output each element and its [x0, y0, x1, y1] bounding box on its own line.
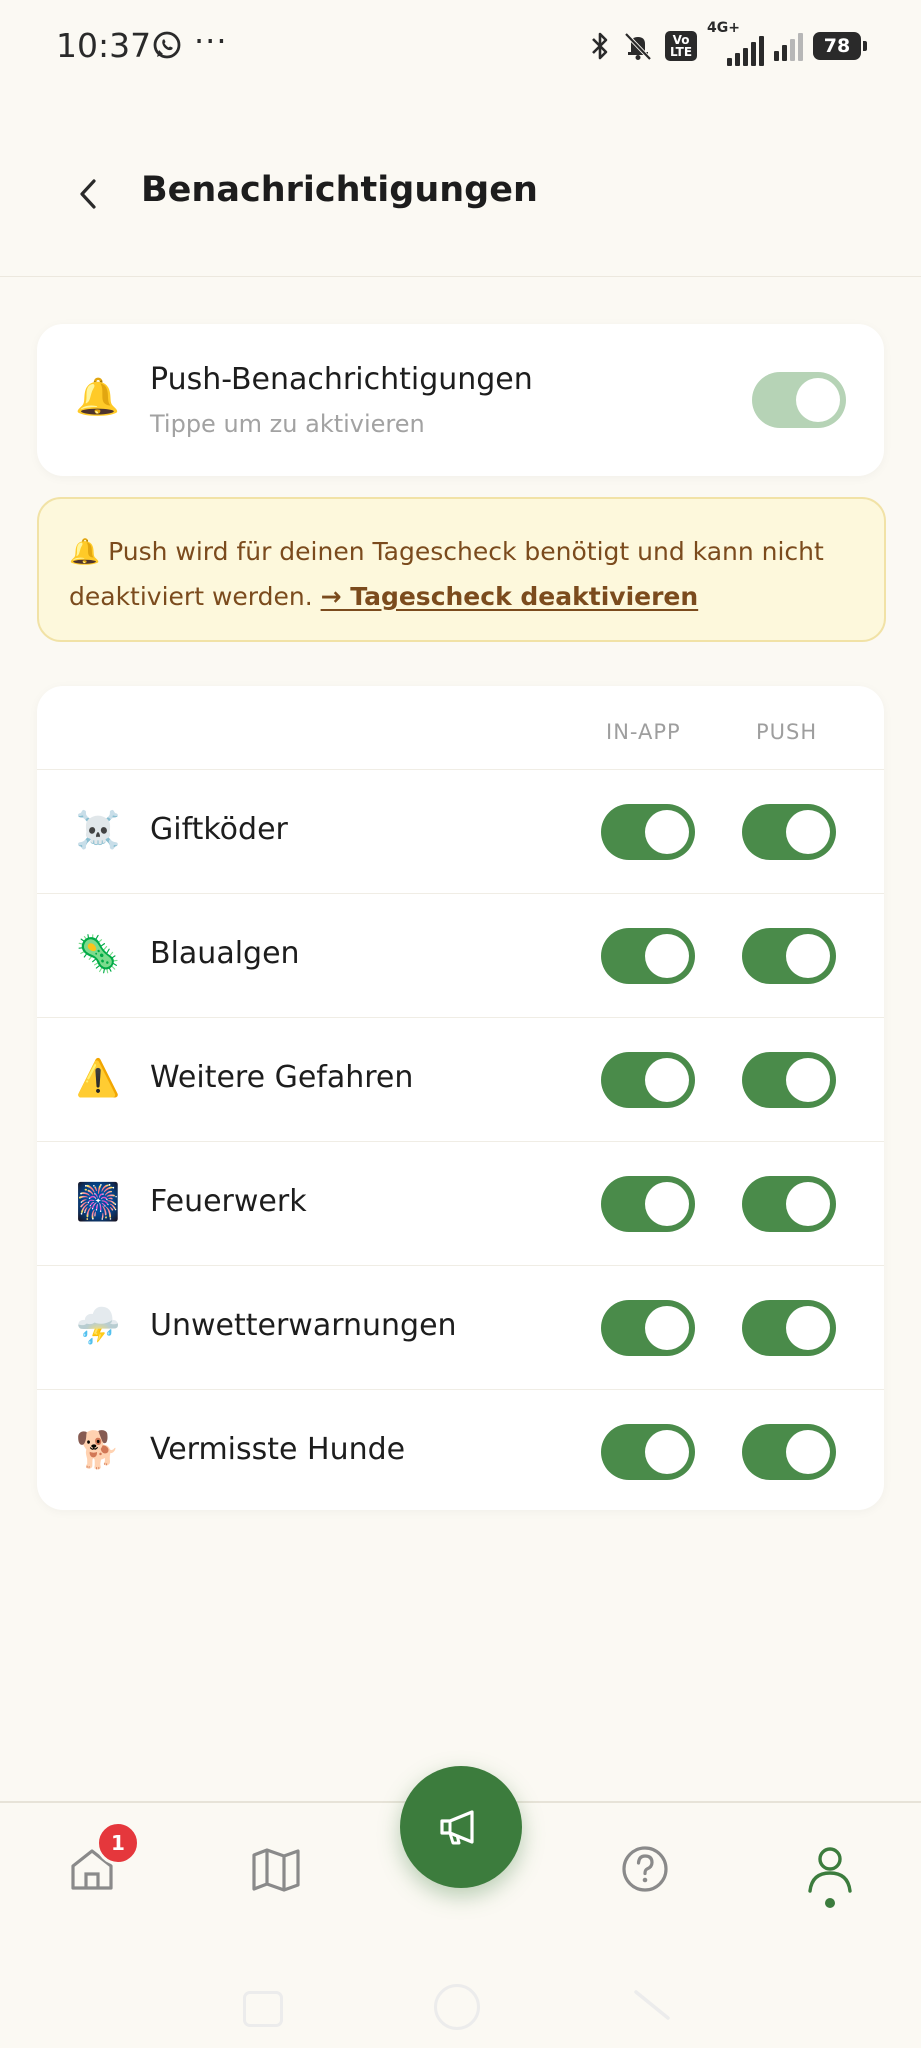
- category-label: Feuerwerk: [150, 1184, 307, 1219]
- category-row-giftkoeder: ☠️ Giftköder: [37, 769, 884, 894]
- in-app-toggle[interactable]: [601, 928, 695, 984]
- notification-categories-card: IN-APP PUSH ☠️ Giftköder 🦠 Blaualgen ⚠️ …: [37, 686, 884, 1510]
- more-notifications-icon: ···: [194, 22, 228, 60]
- dog-icon: 🐕: [75, 1430, 121, 1471]
- back-system-button[interactable]: [632, 1988, 672, 2024]
- battery-icon: 78: [813, 32, 867, 60]
- microbe-icon: 🦠: [75, 934, 121, 975]
- help-icon: [622, 1846, 668, 1892]
- network-type: 4G+: [707, 20, 764, 66]
- push-toggle[interactable]: [742, 1300, 836, 1356]
- toggle-knob: [786, 1182, 830, 1226]
- toggle-knob: [645, 934, 689, 978]
- chevron-left-icon: [80, 179, 96, 209]
- in-app-toggle[interactable]: [601, 1176, 695, 1232]
- toggle-knob: [786, 810, 830, 854]
- tagescheck-notice: 🔔 Push wird für deinen Tagescheck benöti…: [37, 497, 886, 642]
- category-row-blaualgen: 🦠 Blaualgen: [37, 893, 884, 1018]
- toggle-knob: [786, 1058, 830, 1102]
- category-label: Vermisste Hunde: [150, 1432, 406, 1467]
- category-label: Weitere Gefahren: [150, 1060, 414, 1095]
- bell-off-icon: [624, 32, 652, 61]
- status-bar: 10:37 ··· Vo LTE 4G+ 78: [0, 0, 921, 92]
- profile-icon: [808, 1847, 852, 1893]
- category-row-unwetterwarnungen: ⛈️ Unwetterwarnungen: [37, 1265, 884, 1390]
- home-badge: 1: [96, 1821, 140, 1865]
- warning-icon: ⚠️: [75, 1058, 121, 1099]
- toggle-knob: [645, 1182, 689, 1226]
- recent-apps-button[interactable]: [243, 1991, 283, 2027]
- bell-icon: 🔔: [75, 377, 120, 418]
- bell-icon: 🔔: [69, 537, 101, 566]
- push-toggle[interactable]: [742, 928, 836, 984]
- app-header: Benachrichtigungen: [0, 92, 921, 277]
- toggle-knob: [645, 1306, 689, 1350]
- volte-icon: Vo LTE: [665, 31, 697, 61]
- toggle-knob: [645, 810, 689, 854]
- toggle-knob: [645, 1430, 689, 1474]
- toggle-knob: [786, 1306, 830, 1350]
- in-app-toggle[interactable]: [601, 804, 695, 860]
- push-toggle[interactable]: [742, 804, 836, 860]
- nav-map[interactable]: [246, 1839, 306, 1899]
- back-button[interactable]: [66, 172, 110, 216]
- notice-text: 🔔 Push wird für deinen Tagescheck benöti…: [69, 529, 869, 619]
- push-toggle[interactable]: [742, 1424, 836, 1480]
- push-subtitle: Tippe um zu aktivieren: [150, 410, 425, 438]
- status-time: 10:37: [56, 26, 152, 65]
- megaphone-icon: [440, 1810, 474, 1845]
- disable-tagescheck-link[interactable]: → Tagescheck deaktivieren: [321, 582, 699, 611]
- report-button[interactable]: [400, 1766, 522, 1888]
- page-title: Benachrichtigungen: [141, 170, 538, 210]
- push-toggle[interactable]: [752, 372, 846, 428]
- bluetooth-icon: [592, 32, 608, 60]
- push-title: Push-Benachrichtigungen: [150, 362, 533, 397]
- column-header-in-app: IN-APP: [606, 720, 681, 744]
- push-notifications-card[interactable]: 🔔 Push-Benachrichtigungen Tippe um zu ak…: [37, 324, 884, 476]
- active-indicator: [825, 1898, 835, 1908]
- toggle-knob: [786, 934, 830, 978]
- category-row-feuerwerk: 🎆 Feuerwerk: [37, 1141, 884, 1266]
- category-row-weitere-gefahren: ⚠️ Weitere Gefahren: [37, 1017, 884, 1142]
- fireworks-icon: 🎆: [75, 1182, 121, 1223]
- status-icons: Vo LTE 4G+ 78: [589, 20, 867, 66]
- signal-icon: [774, 31, 803, 61]
- toggle-knob: [786, 1430, 830, 1474]
- in-app-toggle[interactable]: [601, 1424, 695, 1480]
- category-row-vermisste-hunde: 🐕 Vermisste Hunde: [37, 1389, 884, 1514]
- system-nav-bar: [0, 1961, 921, 2048]
- map-icon: [252, 1848, 300, 1892]
- nav-profile[interactable]: [800, 1839, 860, 1899]
- in-app-toggle[interactable]: [601, 1052, 695, 1108]
- storm-icon: ⛈️: [75, 1306, 121, 1347]
- nav-help[interactable]: [615, 1839, 675, 1899]
- home-system-button[interactable]: [434, 1984, 480, 2030]
- whatsapp-icon: [152, 30, 182, 64]
- toggle-knob: [645, 1058, 689, 1102]
- category-label: Giftköder: [150, 812, 288, 847]
- push-toggle[interactable]: [742, 1176, 836, 1232]
- push-toggle[interactable]: [742, 1052, 836, 1108]
- column-header-push: PUSH: [756, 720, 818, 744]
- category-label: Unwetterwarnungen: [150, 1308, 457, 1343]
- category-label: Blaualgen: [150, 936, 300, 971]
- toggle-knob: [796, 378, 840, 422]
- skull-icon: ☠️: [75, 810, 121, 851]
- in-app-toggle[interactable]: [601, 1300, 695, 1356]
